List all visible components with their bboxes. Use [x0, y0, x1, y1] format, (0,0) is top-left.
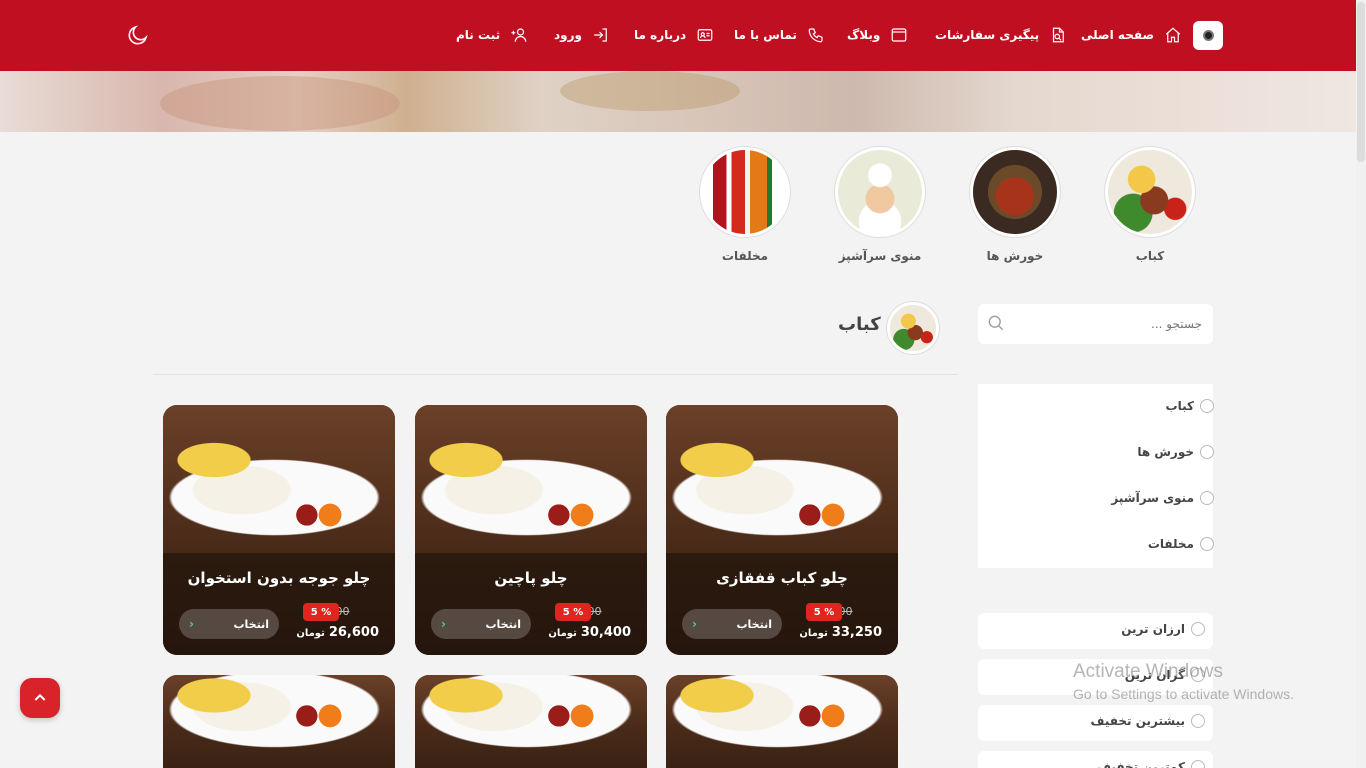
radio-button[interactable] — [1191, 622, 1205, 636]
product-card[interactable]: چلو جوجه بدون استخوان ›انتخاب 28,000 5 %… — [163, 405, 395, 655]
section-title: کباب — [838, 314, 881, 335]
category-sides[interactable]: مخلفات — [700, 147, 790, 263]
product-card[interactable] — [163, 675, 395, 768]
category-kabab[interactable]: کباب — [1105, 147, 1195, 263]
scroll-to-top-button[interactable] — [20, 678, 60, 718]
category-kabab-image — [1105, 147, 1195, 237]
select-button[interactable]: › انتخاب — [431, 609, 531, 639]
phone-icon — [808, 28, 823, 43]
product-card[interactable]: چلو کباب قفقازی ›انتخاب 35,000 5 % 33,25… — [666, 405, 898, 655]
hero-banner — [0, 71, 1356, 132]
discount-badge: 5 % — [806, 603, 842, 621]
search-icon[interactable] — [986, 313, 1006, 333]
search-input[interactable] — [1008, 304, 1208, 344]
select-button[interactable]: › انتخاب — [179, 609, 279, 639]
site-logo[interactable] — [1193, 21, 1223, 50]
final-price: 33,250 تومان — [799, 625, 882, 640]
radio-button[interactable] — [1191, 714, 1205, 728]
nav-register[interactable]: ثبت نام — [456, 24, 528, 46]
product-card[interactable] — [666, 675, 898, 768]
chevron-right-icon: › — [692, 617, 697, 631]
nav-home[interactable]: صفحه اصلی — [1081, 24, 1182, 46]
sort-most-discount[interactable]: بیشترین تخفیف — [978, 705, 1213, 741]
section-divider — [153, 374, 958, 375]
nav-track-orders[interactable]: پیگیری سفارشات — [935, 24, 1067, 46]
radio-button[interactable] — [1191, 760, 1205, 768]
scrollbar-thumb[interactable] — [1357, 2, 1365, 162]
home-icon — [1165, 27, 1181, 43]
final-price: 30,400 تومان — [548, 625, 631, 640]
nav-about[interactable]: درباره ما — [634, 24, 714, 46]
chevron-right-icon: › — [441, 617, 446, 631]
nav-contact[interactable]: تماس با ما — [734, 24, 825, 46]
category-khoresh-image — [970, 147, 1060, 237]
sort-cheapest[interactable]: ارزان ترین — [978, 613, 1213, 649]
dark-mode-moon-icon[interactable] — [126, 23, 150, 47]
sort-least-discount[interactable]: کمترین تخفیف — [978, 751, 1213, 768]
filter-sides[interactable]: مخلفات — [1148, 535, 1214, 553]
category-khoresh[interactable]: خورش ها — [970, 147, 1060, 263]
chevron-up-icon — [34, 693, 46, 701]
radio-button[interactable] — [1200, 399, 1214, 413]
nav-blog[interactable]: وبلاگ — [847, 24, 908, 46]
product-image — [415, 675, 647, 768]
radio-button[interactable] — [1200, 491, 1214, 505]
nav-login[interactable]: ورود — [554, 24, 610, 46]
final-price: 26,600 تومان — [296, 625, 379, 640]
login-icon — [594, 28, 607, 42]
browser-window-icon — [892, 28, 907, 42]
filter-khoresh[interactable]: خورش ها — [1137, 443, 1214, 461]
category-sides-image — [700, 147, 790, 237]
windows-activation-watermark: Activate Windows Go to Settings to activ… — [1073, 661, 1294, 702]
product-image — [666, 675, 898, 768]
radio-button[interactable] — [1200, 445, 1214, 459]
filter-kabab[interactable]: کباب — [1166, 397, 1214, 415]
category-chef-image — [835, 147, 925, 237]
chevron-right-icon: › — [189, 617, 194, 631]
filter-chef-menu[interactable]: منوی سرآشپز — [1111, 489, 1214, 507]
product-image — [163, 675, 395, 768]
document-search-icon — [1053, 27, 1064, 43]
product-card[interactable] — [415, 675, 647, 768]
category-chef-menu[interactable]: منوی سرآشپز — [835, 147, 925, 263]
discount-badge: 5 % — [555, 603, 591, 621]
product-title: چلو جوجه بدون استخوان — [187, 569, 371, 587]
radio-button[interactable] — [1200, 537, 1214, 551]
add-user-icon — [511, 28, 527, 42]
product-card[interactable]: چلو پاچین ›انتخاب 32,000 5 % 30,400تومان — [415, 405, 647, 655]
discount-badge: 5 % — [303, 603, 339, 621]
section-thumbnail — [887, 302, 939, 354]
product-title: چلو کباب قفقازی — [716, 569, 848, 587]
select-button[interactable]: › انتخاب — [682, 609, 782, 639]
product-title: چلو پاچین — [494, 569, 568, 587]
id-card-icon — [697, 29, 713, 41]
search-box — [978, 304, 1213, 344]
